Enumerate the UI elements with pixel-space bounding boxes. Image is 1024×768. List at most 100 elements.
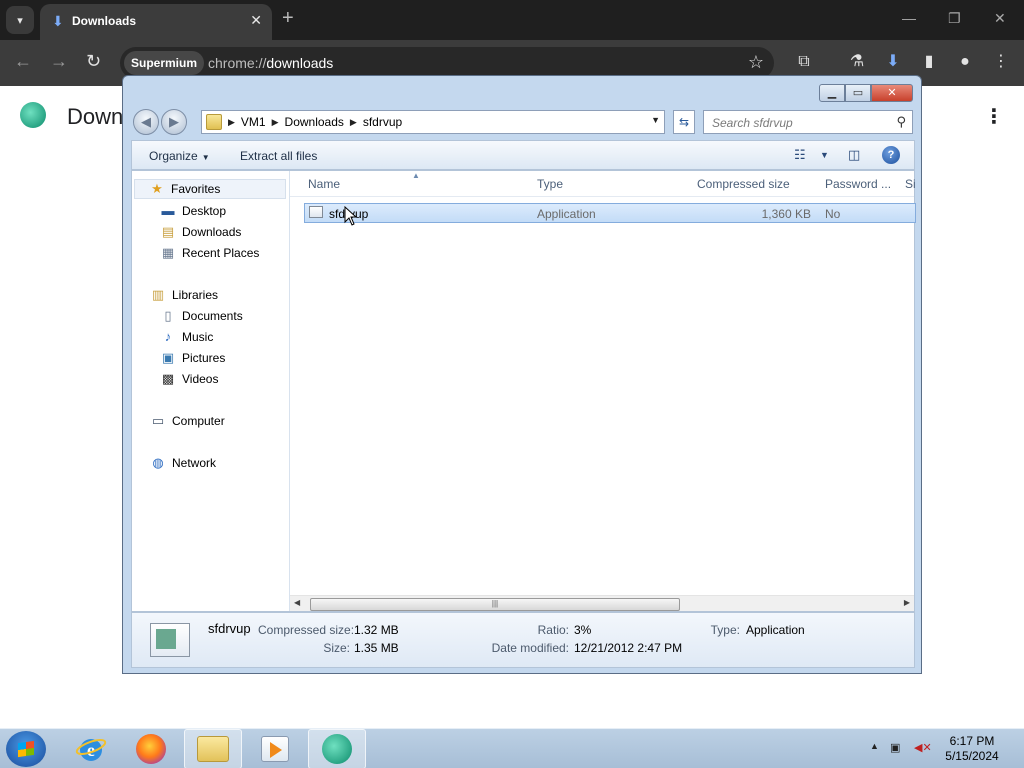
- tab-downloads[interactable]: ⬇ Downloads ✕: [40, 4, 272, 40]
- chevron-down-icon: ▾: [17, 14, 23, 27]
- nav-documents[interactable]: ▯ Documents: [160, 306, 242, 326]
- view-options-icon[interactable]: ☷: [794, 147, 806, 163]
- tab-close-icon[interactable]: ✕: [250, 12, 262, 29]
- maximize-button[interactable]: ▭: [845, 84, 871, 102]
- pictures-icon: ▣: [161, 350, 175, 365]
- nav-desktop[interactable]: ▬ Desktop: [160, 201, 227, 221]
- address-breadcrumb-bar[interactable]: ▶ VM1 ▶ Downloads ▶ sfdrvup ▼: [201, 110, 665, 134]
- side-panel-icon[interactable]: ▮: [918, 51, 940, 73]
- address-dropdown-icon[interactable]: ▼: [651, 115, 660, 125]
- sort-arrow-icon: ▲: [412, 171, 420, 180]
- nav-recent-places[interactable]: ▦ Recent Places: [160, 243, 260, 263]
- extensions-icon[interactable]: ⧉: [793, 51, 815, 73]
- restore-icon[interactable]: ❐: [948, 10, 961, 27]
- show-hidden-icons[interactable]: ▲: [870, 741, 879, 751]
- minimize-icon[interactable]: —: [902, 10, 916, 26]
- taskbar-supermium[interactable]: [308, 729, 366, 768]
- breadcrumb-arrow-icon[interactable]: ▶: [350, 117, 357, 128]
- search-icon[interactable]: ⚲: [896, 114, 906, 130]
- view-dropdown-icon[interactable]: ▼: [820, 150, 829, 160]
- row-password: No: [825, 207, 841, 221]
- browser-tab-strip: ▾ ⬇ Downloads ✕ + — ❐ ✕: [0, 0, 1024, 40]
- table-row[interactable]: sfdrvup Application 1,360 KB No: [304, 203, 916, 223]
- start-button[interactable]: [6, 731, 46, 767]
- taskbar-firefox[interactable]: [122, 729, 180, 768]
- nav-network-label: Network: [172, 456, 217, 470]
- menu-kebab-icon[interactable]: ⋮: [990, 51, 1012, 73]
- page-menu-icon[interactable]: ⋮: [984, 104, 1004, 129]
- breadcrumb-arrow-icon[interactable]: ▶: [272, 117, 279, 128]
- recent-places-icon: ▦: [161, 245, 175, 260]
- reload-icon[interactable]: ↻: [86, 52, 101, 70]
- nav-network[interactable]: ◍ Network: [150, 453, 216, 473]
- details-filename: sfdrvup: [208, 621, 251, 636]
- close-window-icon[interactable]: ✕: [994, 10, 1006, 27]
- search-placeholder: Search sfdrvup: [712, 116, 793, 130]
- taskbar-file-explorer[interactable]: [184, 729, 242, 768]
- taskbar-media-player[interactable]: [246, 729, 304, 768]
- breadcrumb-vm1[interactable]: VM1: [241, 115, 266, 129]
- mouse-cursor-icon: [344, 206, 358, 226]
- ratio-label: Ratio:: [537, 623, 569, 637]
- nav-videos[interactable]: ▩ Videos: [160, 369, 219, 389]
- back-button[interactable]: ◀: [133, 109, 159, 135]
- forward-arrow-icon[interactable]: →: [50, 52, 68, 70]
- network-icon: ◍: [152, 455, 164, 470]
- new-tab-button[interactable]: +: [282, 8, 294, 28]
- close-button[interactable]: ✕: [871, 84, 913, 102]
- page-title: Downl: [67, 104, 129, 129]
- back-arrow-icon[interactable]: ←: [14, 52, 32, 70]
- labs-flask-icon[interactable]: ⚗: [846, 51, 868, 73]
- organize-button[interactable]: Organize ▼: [149, 149, 210, 163]
- taskbar-internet-explorer[interactable]: e: [62, 729, 120, 768]
- taskbar: e ▲ ▣ ◀✕ 6:17 PM 5/15/2024: [0, 728, 1024, 768]
- breadcrumb-sfdrvup[interactable]: sfdrvup: [363, 115, 402, 129]
- extract-all-button[interactable]: Extract all files: [240, 149, 317, 163]
- column-name[interactable]: Name: [308, 177, 340, 191]
- tab-search-button[interactable]: ▾: [6, 6, 34, 34]
- navigation-row: ◀ ▶ ▶ VM1 ▶ Downloads ▶ sfdrvup ▼ ⇆ Sear…: [131, 108, 915, 136]
- folder-icon: [197, 736, 229, 762]
- column-type[interactable]: Type: [537, 177, 563, 191]
- compressed-size-value: 1.32 MB: [354, 623, 399, 637]
- network-tray-icon[interactable]: ▣: [890, 741, 900, 754]
- downloads-icon[interactable]: ⬇: [882, 51, 904, 73]
- search-box[interactable]: Search sfdrvup ⚲: [703, 110, 913, 134]
- system-clock[interactable]: 6:17 PM 5/15/2024: [940, 734, 1004, 764]
- forward-button[interactable]: ▶: [161, 109, 187, 135]
- horizontal-scrollbar[interactable]: ◀ ||| ▶: [290, 595, 914, 611]
- minimize-button[interactable]: ▁: [819, 84, 845, 102]
- nav-downloads[interactable]: ▤ Downloads: [160, 222, 242, 242]
- row-type: Application: [537, 207, 596, 221]
- profile-chip[interactable]: Supermium: [124, 51, 205, 75]
- bookmark-star-icon[interactable]: ☆: [748, 52, 764, 73]
- file-list: ▲ Name Type Compressed size Password ...…: [290, 171, 916, 611]
- column-password[interactable]: Password ...: [825, 177, 891, 191]
- nav-computer-label: Computer: [172, 414, 225, 428]
- clock-time: 6:17 PM: [949, 734, 995, 748]
- nav-computer[interactable]: ▭ Computer: [150, 411, 225, 431]
- profile-avatar-icon[interactable]: ●: [954, 51, 976, 73]
- scroll-left-icon[interactable]: ◀: [294, 598, 300, 607]
- nav-pictures[interactable]: ▣ Pictures: [160, 348, 226, 368]
- date-modified-value: 12/21/2012 2:47 PM: [574, 641, 683, 655]
- scroll-right-icon[interactable]: ▶: [904, 598, 910, 607]
- size-label: Size:: [323, 641, 350, 655]
- nav-favorites[interactable]: ★ Favorites: [134, 179, 286, 199]
- column-compressed-size[interactable]: Compressed size: [697, 177, 790, 191]
- breadcrumb-downloads[interactable]: Downloads: [285, 115, 344, 129]
- preview-pane-icon[interactable]: ◫: [848, 147, 860, 163]
- url-text[interactable]: chrome://downloads: [208, 55, 333, 71]
- nav-downloads-label: Downloads: [182, 225, 242, 239]
- nav-music[interactable]: ♪ Music: [160, 327, 214, 347]
- scrollbar-thumb[interactable]: |||: [310, 598, 680, 611]
- volume-muted-icon[interactable]: ◀✕: [914, 741, 932, 754]
- nav-libraries[interactable]: ▥ Libraries: [150, 285, 218, 305]
- downloads-logo-icon: [20, 102, 46, 128]
- nav-pictures-label: Pictures: [182, 351, 226, 365]
- breadcrumb-arrow-icon[interactable]: ▶: [228, 117, 235, 128]
- help-icon[interactable]: ?: [882, 146, 900, 164]
- refresh-button[interactable]: ⇆: [673, 110, 695, 134]
- column-size[interactable]: Si: [905, 177, 916, 191]
- type-label: Type:: [710, 623, 740, 637]
